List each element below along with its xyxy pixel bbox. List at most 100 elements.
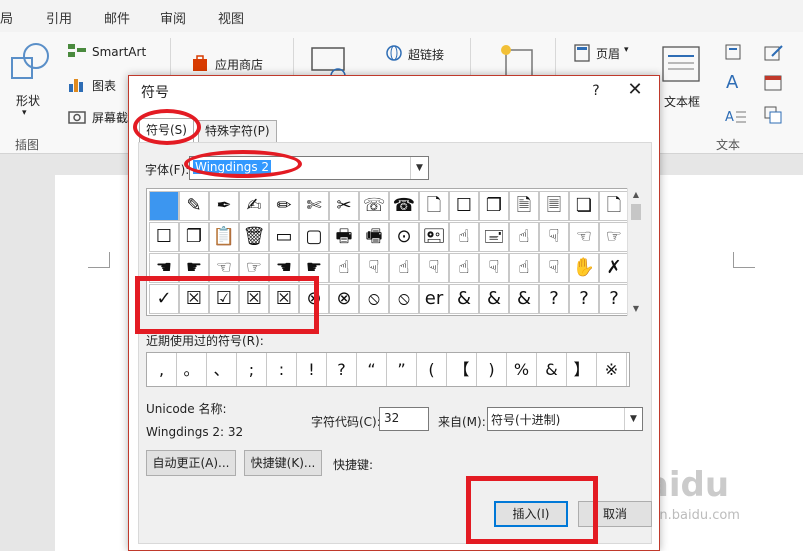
symbol-cell[interactable]: ☞ [599, 222, 629, 252]
recent-symbol-cell[interactable]: ? [327, 353, 357, 386]
recent-symbol-cell[interactable]: ( [417, 353, 447, 386]
symbol-cell[interactable]: ? [569, 284, 599, 314]
symbol-cell[interactable]: ❐ [479, 191, 509, 221]
symbol-cell[interactable]: ? [599, 284, 629, 314]
recent-symbol-cell[interactable]: ! [297, 353, 327, 386]
textbox-button[interactable]: 文本框 [664, 93, 700, 110]
recent-symbol-cell[interactable]: , [147, 353, 177, 386]
char-code-input[interactable]: 32 [379, 407, 429, 431]
symbol-cell[interactable]: ☟ [539, 222, 569, 252]
symbol-cell[interactable]: ✎ [179, 191, 209, 221]
recent-symbol-cell[interactable]: ) [477, 353, 507, 386]
help-button[interactable]: ? [585, 80, 607, 102]
smartart-button[interactable]: SmartArt [92, 45, 146, 59]
tab-special-characters[interactable]: 特殊字符(P) [198, 120, 277, 142]
symbol-cell[interactable]: 🗋 [419, 191, 449, 221]
symbol-cell[interactable]: ✂ [329, 191, 359, 221]
symbol-cell[interactable]: ✗ [599, 253, 629, 283]
tab-view[interactable]: 视图 [218, 8, 244, 27]
header-button[interactable]: 页眉 [596, 45, 620, 62]
symbol-cell[interactable]: ✋ [569, 253, 599, 283]
tab-review[interactable]: 审阅 [160, 8, 186, 27]
symbol-cell[interactable]: ? [539, 284, 569, 314]
store-button[interactable]: 应用商店 [215, 56, 263, 73]
symbol-cell[interactable]: ✏ [269, 191, 299, 221]
symbol-cell[interactable]: 🗋 [599, 191, 629, 221]
recent-symbol-cell[interactable]: 【 [447, 353, 477, 386]
symbol-cell[interactable]: ☏ [359, 191, 389, 221]
comment-icon [501, 45, 533, 77]
symbol-cell[interactable]: ☐ [149, 222, 179, 252]
symbol-cell[interactable]: & [449, 284, 479, 314]
recent-symbol-cell[interactable]: ” [387, 353, 417, 386]
symbol-cell[interactable]: & [479, 284, 509, 314]
recent-symbol-cell[interactable]: 】 [567, 353, 597, 386]
symbol-cell[interactable]: ☝ [449, 222, 479, 252]
svg-text:A: A [725, 110, 734, 124]
recent-symbol-cell[interactable]: “ [357, 353, 387, 386]
symbol-cell[interactable]: 🖷 [359, 222, 389, 252]
symbol-cell[interactable]: ❏ [569, 191, 599, 221]
symbol-cell[interactable]: 📋 [209, 222, 239, 252]
symbol-cell[interactable]: ☝ [509, 253, 539, 283]
recent-symbol-cell[interactable]: : [267, 353, 297, 386]
symbol-cell[interactable]: ☟ [539, 253, 569, 283]
symbol-cell[interactable]: ⊗ [329, 284, 359, 314]
recent-symbol-cell[interactable]: 。 [177, 353, 207, 386]
symbol-cell[interactable]: ▢ [299, 222, 329, 252]
recent-symbol-cell[interactable]: ; [237, 353, 267, 386]
tab-mailings[interactable]: 邮件 [104, 8, 130, 27]
chevron-down-icon[interactable]: ▼ [624, 408, 642, 430]
symbol-cell[interactable]: ☐ [449, 191, 479, 221]
shapes-button[interactable]: 形状 [16, 92, 40, 109]
symbol-cell[interactable]: ❐ [179, 222, 209, 252]
symbol-cell[interactable]: ☝ [329, 253, 359, 283]
annotation-circle-font [184, 150, 302, 178]
shortcut-key-label: 快捷键: [333, 458, 374, 472]
symbol-cell[interactable]: ⦸ [359, 284, 389, 314]
symbol-cell[interactable]: er [419, 284, 449, 314]
chart-button[interactable]: 图表 [92, 77, 116, 94]
symbol-cell[interactable]: ☝ [389, 253, 419, 283]
symbol-cell[interactable]: ✄ [299, 191, 329, 221]
symbol-cell[interactable]: ⦸ [389, 284, 419, 314]
recent-symbol-cell[interactable]: % [507, 353, 537, 386]
chevron-down-icon[interactable]: ▼ [410, 157, 428, 179]
tab-references[interactable]: 引用 [46, 8, 72, 27]
symbol-cell[interactable]: 🖶 [329, 222, 359, 252]
symbol-cell[interactable]: ▭ [269, 222, 299, 252]
symbol-cell[interactable]: ✒ [209, 191, 239, 221]
symbol-cell[interactable]: ✍ [239, 191, 269, 221]
symbol-cell[interactable]: 🖭 [419, 222, 449, 252]
symbol-cell[interactable]: ⊙ [389, 222, 419, 252]
symbol-cell[interactable]: ☜ [569, 222, 599, 252]
recent-symbol-cell[interactable]: ※ [597, 353, 627, 386]
symbol-cell[interactable]: 🗎 [509, 191, 539, 221]
symbol-cell[interactable]: ☟ [479, 253, 509, 283]
hyperlink-button[interactable]: 超链接 [408, 46, 444, 63]
symbol-cell[interactable]: ☟ [419, 253, 449, 283]
symbol-cell[interactable]: ☟ [359, 253, 389, 283]
ribbon-tab-bar: 局 引用 邮件 审阅 视图 [0, 0, 803, 32]
symbol-cell[interactable]: 🖃 [479, 222, 509, 252]
scroll-down-icon[interactable]: ▼ [628, 302, 644, 316]
scroll-up-icon[interactable]: ▲ [628, 188, 644, 202]
autocorrect-button[interactable]: 自动更正(A)... [146, 450, 236, 476]
symbol-cell[interactable]: & [509, 284, 539, 314]
symbol-cell[interactable]: ☝ [509, 222, 539, 252]
screenshot-button[interactable]: 屏幕截 [92, 109, 128, 126]
shortcut-key-button[interactable]: 快捷键(K)... [244, 450, 322, 476]
wordart-icon[interactable]: A [726, 72, 738, 93]
close-button[interactable]: ✕ [624, 80, 646, 102]
symbol-grid-scrollbar[interactable]: ▲ ▼ [627, 188, 643, 316]
recent-symbol-cell[interactable]: 、 [207, 353, 237, 386]
symbol-cell[interactable]: ☎ [389, 191, 419, 221]
from-dropdown[interactable]: 符号(十进制) ▼ [487, 407, 643, 431]
tab-layout[interactable]: 局 [0, 8, 13, 27]
symbol-cell[interactable] [149, 191, 179, 221]
recent-symbol-cell[interactable]: & [537, 353, 567, 386]
symbol-cell[interactable]: 🗑 [239, 222, 269, 252]
scroll-thumb[interactable] [631, 204, 641, 220]
symbol-cell[interactable]: 🗏 [539, 191, 569, 221]
symbol-cell[interactable]: ☝ [449, 253, 479, 283]
